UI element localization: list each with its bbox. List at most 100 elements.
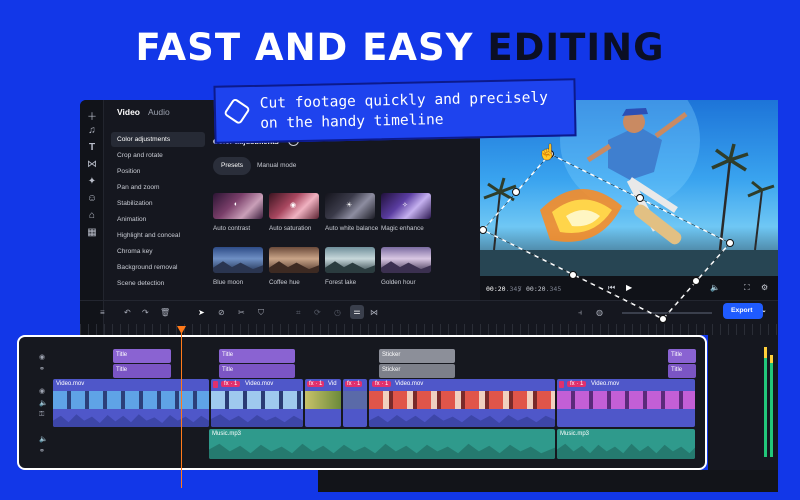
cut-blade-icon[interactable]: ⊘ [218, 308, 225, 317]
rotate-icon[interactable]: ⟳ [314, 308, 321, 317]
preset-label-blue-moon: Blue moon [213, 279, 244, 286]
title-clip[interactable]: Title [219, 364, 295, 378]
panel-item-highlight-conceal[interactable]: Highlight and conceal [111, 228, 205, 243]
panel-item-stabilization[interactable]: Stabilization [111, 196, 205, 211]
preset-label-golden-hour: Golden hour [381, 279, 416, 286]
clip-thumbnails [369, 391, 555, 409]
hand-cursor-icon: ☝ [538, 144, 557, 161]
callout-tag-icon [223, 97, 251, 126]
lock-icon[interactable]: ⚿ [39, 411, 44, 419]
mountain-shape [213, 261, 263, 273]
preset-label-forest-lake: Forest lake [325, 279, 357, 286]
saturation-icon: ◉ [290, 202, 297, 209]
mountain-shape [269, 261, 319, 273]
title-clip[interactable]: Title [113, 364, 171, 378]
title-clip[interactable]: Title [219, 349, 295, 363]
video-clip[interactable]: fx · 1 Vid [305, 379, 341, 427]
preset-thumb-auto-saturation[interactable]: ◉ [269, 193, 319, 219]
preset-label-auto-white-balance: Auto white balance [325, 225, 379, 232]
headline-part2: EDITING [487, 26, 665, 69]
panel-item-chroma-key[interactable]: Chroma key [111, 244, 205, 259]
sticker-clip[interactable]: Sticker [379, 349, 455, 363]
speed-icon[interactable]: ◷ [334, 308, 341, 317]
audio-clip[interactable]: Music.mp3 [209, 429, 555, 459]
preset-thumb-auto-white-balance[interactable]: ☀ [325, 193, 375, 219]
music-icon[interactable]: ♫ [85, 125, 99, 136]
add-icon[interactable]: ＋ [85, 108, 99, 123]
segment-manual-mode[interactable]: Manual mode [249, 157, 304, 175]
eye-icon[interactable]: ◉ [39, 387, 45, 395]
clip-thumbnails [343, 391, 367, 409]
adjust-sliders-icon[interactable]: ⚌ [350, 305, 364, 319]
clip-thumbnails [53, 391, 209, 409]
link-icon[interactable]: ⚭ [39, 447, 45, 455]
segment-presets[interactable]: Presets [213, 157, 252, 175]
callout-banner: Cut footage quickly and precisely on the… [213, 78, 577, 144]
audio-meters-panel [708, 335, 778, 470]
clip-thumbnails [305, 391, 341, 409]
speaker-icon[interactable]: 🔈 [39, 435, 48, 443]
audio-waveform [557, 443, 695, 459]
title-clip[interactable]: Title [668, 364, 696, 378]
timeline-panel: ◉ ⚭ ◉ 🔈 ⚿ 🔈 ⚭ Title Title Title Title St… [17, 335, 707, 470]
preset-thumb-auto-contrast[interactable]: ◐ [213, 193, 263, 219]
panel-item-background-removal[interactable]: Background removal [111, 260, 205, 275]
transitions-icon[interactable]: ⋈ [85, 159, 99, 170]
preset-thumb-golden-hour[interactable] [381, 247, 431, 273]
transition-icon[interactable]: ⋈ [370, 308, 378, 317]
video-clip[interactable]: fx · 1 Video.mov [211, 379, 303, 427]
panel-item-animation[interactable]: Animation [111, 212, 205, 227]
preset-thumb-blue-moon[interactable] [213, 247, 263, 273]
clip-waveform [53, 414, 209, 427]
more-tools-icon[interactable]: ▦ [85, 227, 99, 238]
undo-icon[interactable]: ↶ [124, 308, 131, 317]
panel-item-pan-zoom[interactable]: Pan and zoom [111, 180, 205, 195]
scissors-icon[interactable]: ✂ [238, 308, 245, 317]
editor-bottom-edge [318, 470, 778, 492]
chevron-down-icon[interactable]: ⌄ [762, 308, 767, 314]
tab-video[interactable]: Video [117, 107, 140, 117]
panel-item-color-adjustments[interactable]: Color adjustments [111, 132, 205, 147]
transform-selection[interactable] [480, 140, 750, 340]
playhead[interactable] [181, 328, 182, 488]
panel-item-position[interactable]: Position [111, 164, 205, 179]
add-track-icon[interactable]: ≡ [100, 308, 105, 317]
properties-panel: Video Audio Color adjustments Crop and r… [105, 100, 210, 300]
video-clip[interactable]: Video.mov [53, 379, 209, 427]
preset-thumb-forest-lake[interactable] [325, 247, 375, 273]
delete-icon[interactable]: 🗑 [160, 308, 170, 317]
effects-icon[interactable]: ✦ [85, 176, 99, 187]
clip-waveform [369, 414, 555, 427]
preset-thumb-magic-enhance[interactable]: ✧ [381, 193, 431, 219]
preset-label-coffee-hue: Coffee hue [269, 279, 300, 286]
shield-icon[interactable]: ⛉ [258, 308, 264, 318]
settings-gear-icon[interactable]: ⚙ [761, 283, 768, 292]
mute-icon[interactable]: 🔈 [39, 399, 48, 407]
link-icon[interactable]: ⚭ [39, 365, 45, 373]
audio-clip[interactable]: Music.mp3 [557, 429, 695, 459]
mountain-shape [381, 261, 431, 273]
video-clip[interactable]: fx · 1 [343, 379, 367, 427]
clip-thumbnails [211, 391, 303, 409]
contrast-icon: ◐ [234, 201, 239, 208]
text-icon[interactable]: T [85, 142, 99, 153]
select-tool-icon[interactable]: ➤ [198, 308, 205, 317]
preset-thumb-coffee-hue[interactable] [269, 247, 319, 273]
crop-icon[interactable]: ⌗ [296, 308, 301, 318]
tab-audio[interactable]: Audio [148, 107, 170, 117]
title-clip[interactable]: Title [668, 349, 696, 363]
sticker-icon[interactable]: ☺ [85, 193, 99, 204]
mountain-shape [325, 261, 375, 273]
video-clip[interactable]: fx · 1 Video.mov [369, 379, 555, 427]
panel-item-scene-detection[interactable]: Scene detection [111, 276, 205, 291]
eye-icon[interactable]: ◉ [39, 353, 45, 361]
preset-label-auto-saturation: Auto saturation [269, 225, 312, 232]
store-icon[interactable]: ⌂ [85, 210, 99, 221]
video-clip[interactable]: fx · 1 Video.mov [557, 379, 695, 427]
headline: FAST AND EASY EDITING [0, 26, 800, 69]
panel-item-crop-rotate[interactable]: Crop and rotate [111, 148, 205, 163]
magic-wand-icon: ✧ [402, 202, 408, 209]
redo-icon[interactable]: ↷ [142, 308, 149, 317]
title-clip[interactable]: Title [113, 349, 171, 363]
sticker-clip[interactable]: Sticker [379, 364, 455, 378]
